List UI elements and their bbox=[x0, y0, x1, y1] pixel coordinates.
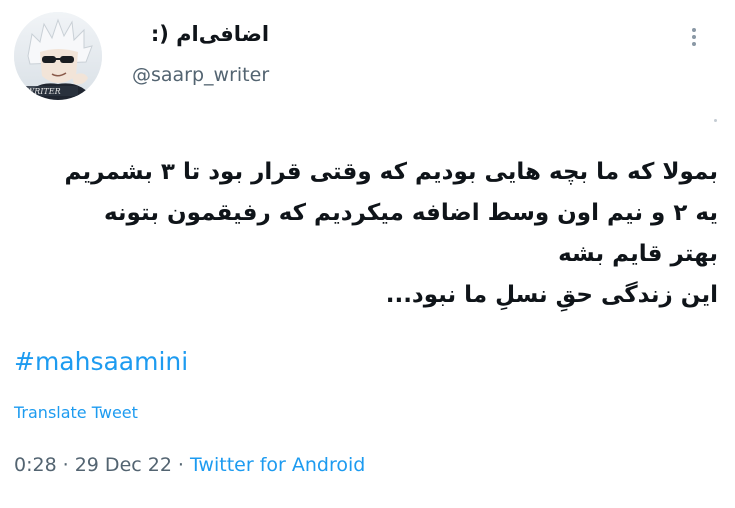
translate-tweet-link[interactable]: Translate Tweet bbox=[14, 402, 138, 424]
avatar-badge-text: WRITER bbox=[26, 87, 61, 96]
display-name[interactable]: اضافی‌ام (: bbox=[132, 20, 269, 48]
tweet-date[interactable]: 29 Dec 22 bbox=[75, 454, 172, 476]
author-names: اضافی‌ام (: @saarp_writer bbox=[132, 20, 269, 88]
avatar-image: WRITER bbox=[14, 12, 102, 100]
tweet-text-line: بهتر قایم بشه bbox=[558, 241, 718, 267]
meta-separator: · bbox=[177, 454, 184, 476]
tweet-text-line: این زندگی حقِ نسلِ ما نبود... bbox=[385, 282, 718, 308]
tweet-source-link[interactable]: Twitter for Android bbox=[190, 454, 365, 476]
tweet-text-line: بمولا که ما بچه هایی بودیم که وقتی قرار … bbox=[64, 159, 718, 185]
tweet-text: بمولا که ما بچه هایی بودیم که وقتی قرار … bbox=[12, 152, 718, 316]
tweet-meta: 0:28 · 29 Dec 22 · Twitter for Android bbox=[14, 452, 365, 478]
meta-separator: · bbox=[62, 454, 69, 476]
user-handle[interactable]: @saarp_writer bbox=[132, 62, 269, 88]
avatar[interactable]: WRITER bbox=[14, 12, 102, 100]
separator-dot bbox=[714, 119, 717, 122]
tweet-text-line: یه ۲ و نیم اون وسط اضافه میکردیم که رفیق… bbox=[103, 200, 718, 226]
tweet-card: WRITER اضافی‌ام (: @saarp_writer بمولا ک… bbox=[0, 0, 735, 508]
more-vertical-icon[interactable] bbox=[684, 25, 704, 55]
tweet-time[interactable]: 0:28 bbox=[14, 454, 57, 476]
hashtag-link[interactable]: #mahsaamini bbox=[14, 345, 188, 379]
